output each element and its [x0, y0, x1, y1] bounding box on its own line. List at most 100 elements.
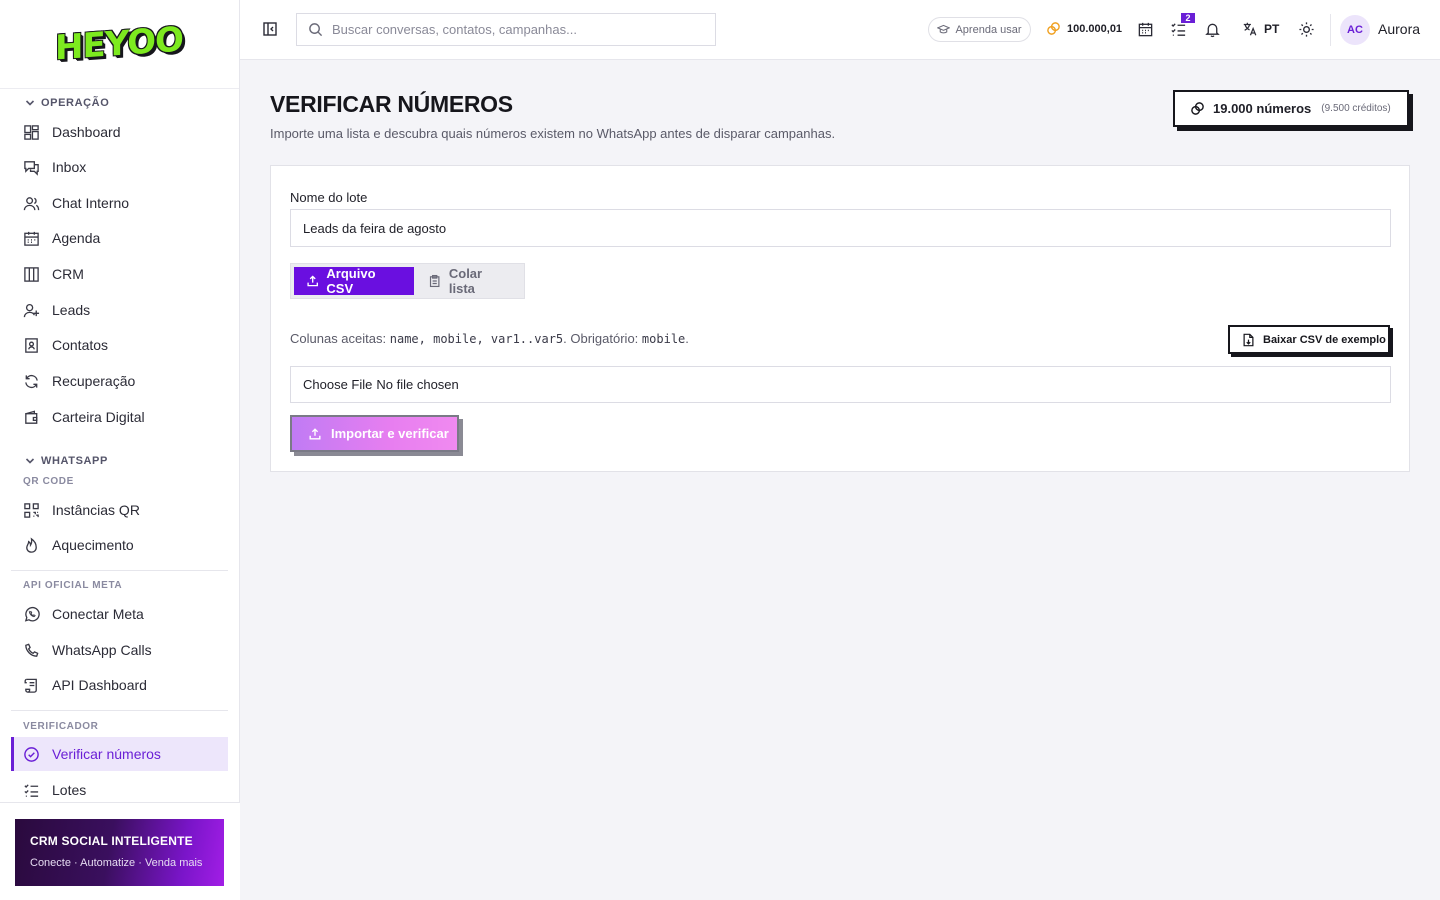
columns-list: name, mobile, var1..var5: [389, 332, 564, 346]
top-header: Aprenda usar 100.000,01 2 PT AC Aurora: [240, 0, 1440, 60]
numbers-count-card: 19.000 números (9.500 créditos): [1173, 90, 1409, 127]
import-form-card: Nome do lote Arquivo CSV Colar lista Col…: [270, 165, 1410, 472]
page-subtitle: Importe uma lista e descubra quais númer…: [270, 126, 836, 141]
subgroup-qr-code: QR CODE: [23, 476, 74, 487]
input-mode-toggle: Arquivo CSV Colar lista: [290, 263, 525, 299]
sidebar-item-label: Leads: [52, 302, 91, 318]
list-checks-icon: [24, 783, 39, 797]
language-label: PT: [1264, 22, 1280, 36]
wallet-icon: [25, 409, 38, 424]
import-and-verify-button[interactable]: Importar e verificar: [290, 415, 459, 452]
qr-code-icon: [24, 502, 39, 518]
user-name[interactable]: Aurora: [1378, 21, 1420, 37]
sidebar: HEYOO OPERAÇÃO Dashboard Inbox Chat Inte…: [0, 0, 240, 900]
translate-icon: [1243, 22, 1257, 36]
promo-title: CRM SOCIAL INTELIGENTE: [30, 834, 193, 848]
columns-required-label: . Obrigatório:: [563, 331, 639, 346]
tab-paste-label: Colar lista: [448, 266, 483, 296]
sidebar-item-label: Lotes: [52, 782, 87, 798]
language-switcher[interactable]: PT: [1242, 21, 1279, 37]
sidebar-item-label: CRM: [52, 266, 84, 282]
kanban-icon: [24, 266, 39, 282]
sidebar-item-api-dashboard[interactable]: API Dashboard: [11, 668, 228, 702]
sun-icon[interactable]: [1298, 21, 1315, 38]
columns-required: mobile: [641, 332, 686, 346]
sidebar-item-label: Conectar Meta: [52, 606, 144, 622]
page-title: VERIFICAR NÚMEROS: [270, 91, 513, 117]
whatsapp-icon: [24, 606, 40, 622]
logo-area: HEYOO: [0, 0, 239, 89]
bell-icon[interactable]: [1204, 21, 1221, 38]
sidebar-item-inbox[interactable]: Inbox: [11, 150, 228, 184]
group-operacao-label: OPERAÇÃO: [41, 97, 110, 109]
calendar-icon[interactable]: [1137, 21, 1154, 38]
sidebar-item-label: Carteira Digital: [52, 409, 145, 425]
search-icon: [309, 23, 323, 37]
sidebar-item-carteira-digital[interactable]: Carteira Digital: [11, 400, 228, 434]
batch-name-label: Nome do lote: [290, 190, 368, 205]
sidebar-item-label: Agenda: [52, 230, 101, 246]
upload-icon: [307, 275, 318, 287]
promo-subtitle: Conecte · Automatize · Venda mais: [30, 857, 203, 869]
sidebar-item-chat-interno[interactable]: Chat Interno: [11, 186, 228, 220]
sidebar-divider: [11, 710, 228, 711]
subgroup-api-oficial-meta: API OFICIAL META: [23, 580, 123, 591]
credits-balance[interactable]: 100.000,01: [1046, 21, 1122, 36]
promo-area: CRM SOCIAL INTELIGENTE Conecte · Automat…: [0, 802, 240, 900]
sidebar-item-instancias-qr[interactable]: Instâncias QR: [11, 493, 228, 527]
avatar[interactable]: AC: [1340, 15, 1370, 45]
user-plus-icon: [23, 303, 40, 317]
clipboard-icon: [430, 274, 440, 288]
learn-button[interactable]: Aprenda usar: [928, 17, 1031, 42]
sidebar-item-dashboard[interactable]: Dashboard: [11, 115, 228, 149]
sidebar-item-agenda[interactable]: Agenda: [11, 221, 228, 255]
contacts-icon: [25, 337, 38, 353]
sidebar-item-label: WhatsApp Calls: [52, 642, 152, 658]
group-whatsapp-label: WHATSAPP: [41, 455, 108, 467]
app-logo[interactable]: HEYOO: [55, 20, 183, 69]
batch-name-input[interactable]: [290, 209, 1391, 247]
search-bar[interactable]: [296, 13, 716, 46]
sidebar-item-label: Chat Interno: [52, 195, 130, 211]
sidebar-item-whatsapp-calls[interactable]: WhatsApp Calls: [11, 633, 228, 667]
graduation-cap-icon: [937, 24, 951, 34]
inbox-icon: [24, 160, 39, 176]
file-status: No file chosen: [376, 377, 459, 392]
sidebar-item-label: Verificar números: [52, 746, 161, 762]
chevron-down-icon: [25, 100, 35, 106]
numbers-count: 19.000 números: [1213, 101, 1312, 116]
download-sample-csv-button[interactable]: Baixar CSV de exemplo: [1228, 325, 1390, 354]
import-label: Importar e verificar: [331, 426, 449, 441]
sidebar-item-contatos[interactable]: Contatos: [11, 328, 228, 362]
columns-suffix: .: [685, 331, 689, 346]
credits-value: 100.000,01: [1067, 22, 1123, 35]
coins-icon: [1191, 102, 1204, 115]
promo-banner[interactable]: CRM SOCIAL INTELIGENTE Conecte · Automat…: [15, 819, 224, 886]
file-input[interactable]: Choose File No file chosen: [290, 366, 1391, 403]
header-divider: [1330, 14, 1331, 46]
sidebar-divider: [11, 570, 228, 571]
sidebar-toggle-icon[interactable]: [262, 21, 278, 37]
phone-icon: [25, 643, 39, 657]
sidebar-item-label: API Dashboard: [52, 677, 147, 693]
choose-file-button[interactable]: Choose File: [303, 377, 372, 392]
sidebar-item-leads[interactable]: Leads: [11, 293, 228, 327]
sidebar-item-recuperacao[interactable]: Recuperação: [11, 364, 228, 398]
group-whatsapp[interactable]: WHATSAPP: [25, 455, 108, 467]
dashboard-icon: [24, 124, 39, 140]
group-operacao[interactable]: OPERAÇÃO: [25, 97, 109, 109]
sidebar-item-conectar-meta[interactable]: Conectar Meta: [11, 597, 228, 631]
credits-count: (9.500 créditos): [1321, 103, 1391, 114]
download-sample-label: Baixar CSV de exemplo: [1263, 333, 1386, 346]
tab-csv-file[interactable]: Arquivo CSV: [294, 266, 415, 296]
flame-icon: [26, 536, 37, 553]
check-circle-icon: [24, 746, 39, 762]
sidebar-item-crm[interactable]: CRM: [11, 257, 228, 291]
upload-icon: [309, 427, 321, 440]
tab-paste-list[interactable]: Colar lista: [416, 266, 521, 296]
tasks-icon[interactable]: [1170, 21, 1187, 38]
sidebar-item-aquecimento[interactable]: Aquecimento: [11, 528, 228, 562]
sidebar-item-verificar-numeros[interactable]: Verificar números: [11, 737, 228, 771]
sidebar-item-label: Inbox: [52, 159, 87, 175]
search-input[interactable]: [332, 22, 692, 37]
